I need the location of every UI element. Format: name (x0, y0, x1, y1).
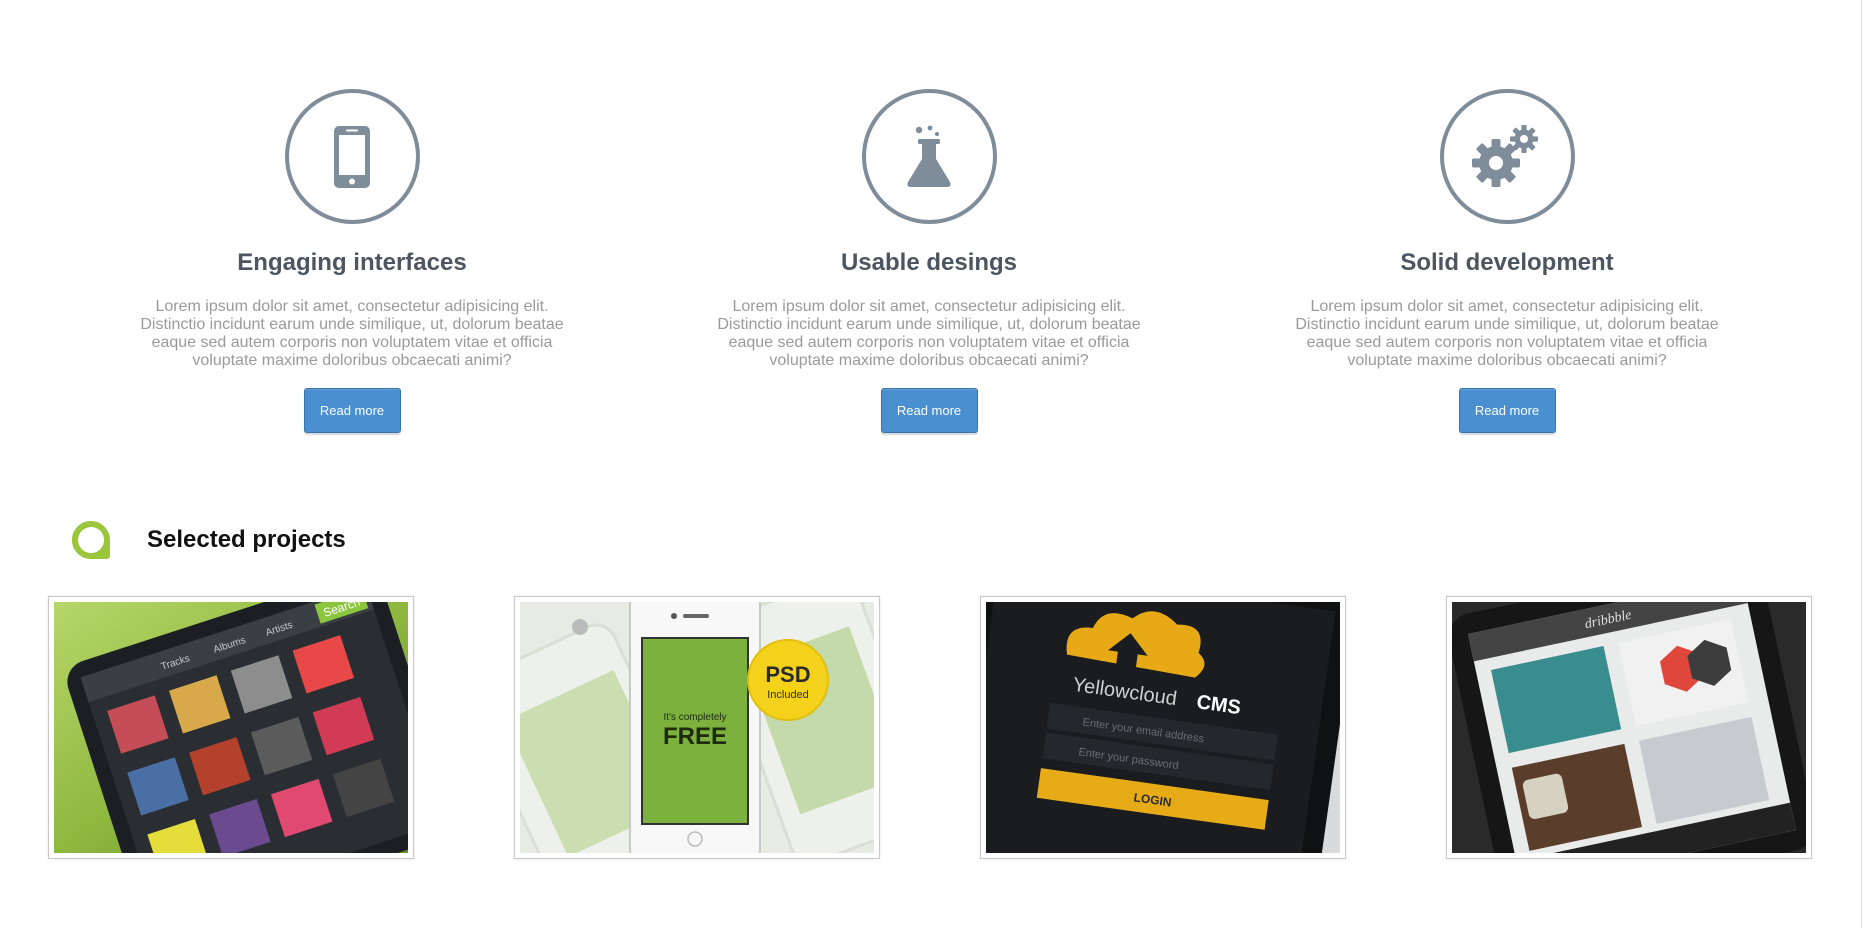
read-more-button[interactable]: Read more (1458, 388, 1556, 433)
page-right-border (1861, 0, 1862, 928)
feature-solid-development: Solid development Lorem ipsum dolor sit … (1267, 89, 1747, 433)
feature-title: Solid development (1400, 249, 1614, 276)
project-card-free-mockup[interactable]: It's completely FREE PSD Included (514, 596, 880, 859)
projects-gallery: Search Tracks Albums Artists It's comple… (48, 596, 1812, 859)
free-iphone-mockup-thumbnail: It's completely FREE PSD Included (520, 602, 874, 853)
read-more-button[interactable]: Read more (303, 388, 401, 433)
dribbble-app-thumbnail: dribbble (1452, 602, 1806, 853)
psd-badge-label: PSD (765, 662, 810, 687)
feature-icon-circle (861, 89, 997, 224)
read-more-button[interactable]: Read more (880, 388, 978, 433)
feature-engaging-interfaces: Engaging interfaces Lorem ipsum dolor si… (112, 89, 592, 433)
psd-badge-sublabel: Included (767, 689, 809, 701)
feature-title: Usable desings (840, 249, 1018, 276)
speech-bubble-icon (71, 521, 110, 559)
feature-description: Lorem ipsum dolor sit amet, consectetur … (140, 298, 564, 369)
gears-icon (1472, 124, 1538, 187)
project-card-music-app[interactable]: Search Tracks Albums Artists (48, 596, 414, 859)
feature-icon-circle (1439, 89, 1575, 224)
project-card-dribbble-app[interactable]: dribbble (1446, 596, 1812, 859)
mockup-subtitle: It's completely (663, 712, 726, 723)
selected-projects-header: Selected projects (71, 520, 346, 560)
feature-description: Lorem ipsum dolor sit amet, consectetur … (717, 298, 1141, 369)
feature-icon-circle (284, 89, 420, 224)
mockup-title: FREE (663, 723, 727, 750)
section-title: Selected projects (147, 526, 346, 553)
flask-icon (907, 125, 951, 187)
feature-usable-designs: Usable desings Lorem ipsum dolor sit ame… (689, 89, 1169, 433)
feature-description: Lorem ipsum dolor sit amet, consectetur … (1295, 298, 1719, 369)
project-card-yellowcloud-cms[interactable]: Yellowcloud CMS Enter your email address… (980, 596, 1346, 859)
feature-title: Engaging interfaces (237, 249, 467, 276)
music-app-thumbnail: Search Tracks Albums Artists (54, 602, 408, 853)
yellowcloud-cms-thumbnail: Yellowcloud CMS Enter your email address… (986, 602, 1340, 853)
smartphone-icon (334, 125, 370, 188)
